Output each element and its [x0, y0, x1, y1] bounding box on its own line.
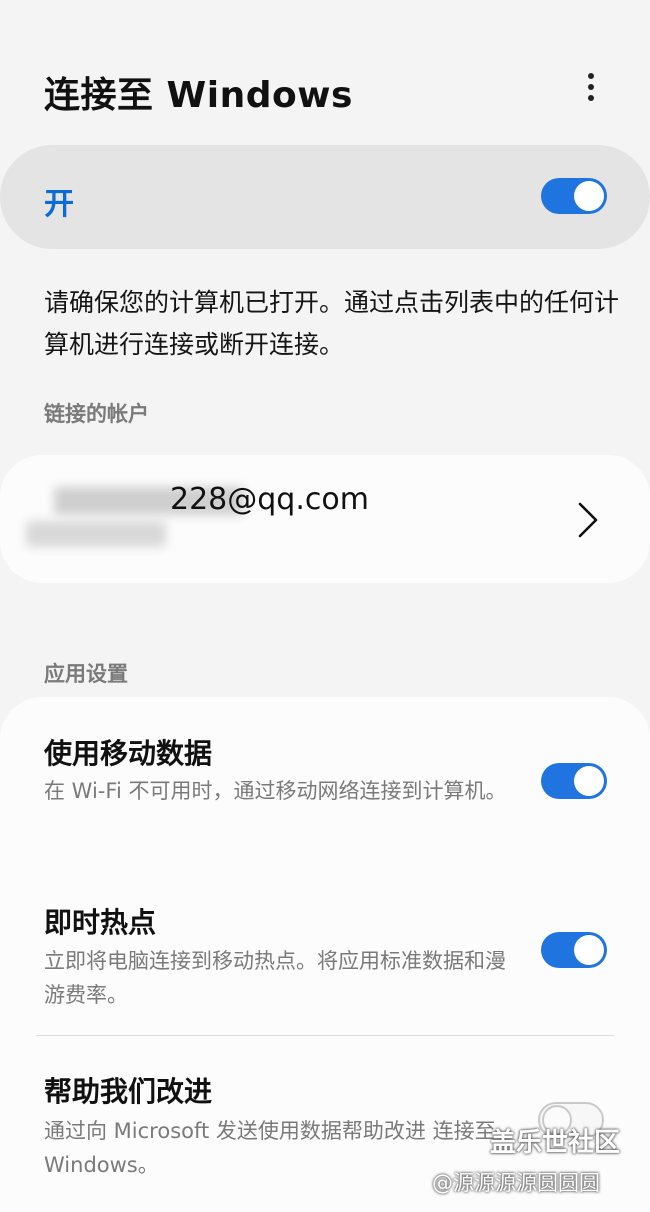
redacted-block: [26, 521, 166, 547]
toggle-knob: [574, 181, 604, 211]
setting-title: 使用移动数据: [44, 737, 213, 770]
setting-description: 立即将电脑连接到移动热点。将应用标准数据和漫游费率。: [44, 949, 506, 1007]
master-toggle[interactable]: [541, 178, 607, 214]
toggle-knob: [574, 766, 604, 796]
master-switch-label: 开: [44, 187, 74, 222]
toggle-knob: [574, 935, 604, 965]
mobile-data-toggle[interactable]: [541, 763, 607, 799]
instructions-text: 请确保您的计算机已打开。通过点击列表中的任何计算机进行连接或断开连接。: [44, 288, 620, 359]
more-options-button[interactable]: [566, 62, 616, 112]
more-vertical-icon-dot: [588, 95, 594, 101]
divider: [36, 1035, 614, 1036]
instant-hotspot-toggle[interactable]: [541, 932, 607, 968]
chevron-right-icon[interactable]: [568, 498, 608, 542]
app-header: 连接至 Windows: [0, 0, 650, 140]
watermark-community: 盖乐世社区: [490, 1128, 621, 1158]
watermark-username: @源源源源圆圆圆: [432, 1171, 600, 1195]
linked-accounts-header: 链接的帐户: [44, 402, 149, 426]
more-vertical-icon: [588, 73, 594, 79]
account-email: 228@qq.com: [170, 482, 369, 517]
page-title: 连接至 Windows: [44, 75, 353, 116]
linked-account-item[interactable]: 228@qq.com: [0, 455, 650, 583]
setting-title: 即时热点: [44, 906, 157, 939]
setting-title: 帮助我们改进: [44, 1075, 213, 1108]
more-vertical-icon-dot: [588, 84, 594, 90]
setting-description: 在 Wi-Fi 不可用时，通过移动网络连接到计算机。: [44, 779, 507, 803]
app-settings-header: 应用设置: [44, 662, 128, 686]
master-switch-bar[interactable]: 开: [0, 145, 650, 249]
